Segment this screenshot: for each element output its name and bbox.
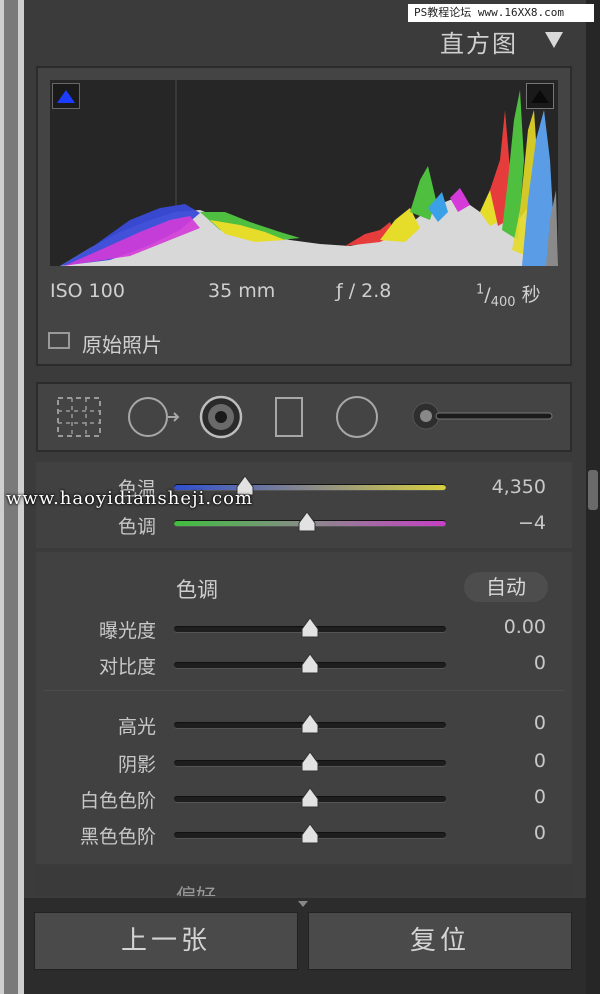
histogram-curves — [60, 80, 558, 266]
tone-slider-label: 曝光度 — [98, 620, 156, 642]
tint-value[interactable]: −4 — [456, 512, 546, 534]
tone-slider-label: 阴影 — [117, 754, 156, 776]
shadow-clipping-toggle[interactable] — [52, 83, 80, 109]
presence-title: 偏好 — [176, 884, 216, 896]
tone-slider-label: 黑色色阶 — [79, 826, 156, 848]
exif-shutter: 1/400 秒 — [476, 282, 541, 310]
watermark-middle: www.haoyidiansheji.com — [6, 488, 254, 509]
tone-slider-track[interactable] — [174, 751, 446, 772]
shutter-unit: 秒 — [521, 284, 541, 306]
reset-button[interactable]: 复位 — [308, 912, 572, 970]
red-eye-icon[interactable] — [198, 394, 244, 440]
collapse-triangle-icon[interactable] — [545, 32, 563, 48]
tone-slider-value[interactable]: 0 — [456, 652, 546, 674]
histogram-title[interactable]: 直方图 — [440, 24, 518, 59]
tone-slider-track[interactable] — [174, 787, 446, 808]
tone-slider-track[interactable] — [174, 823, 446, 844]
tone-slider-value[interactable]: 0 — [456, 822, 546, 844]
panel-collapse-icon[interactable] — [298, 901, 308, 907]
tone-slider-track[interactable] — [174, 653, 446, 674]
scrollbar-thumb[interactable] — [588, 470, 598, 510]
exif-iso: ISO 100 — [50, 280, 125, 302]
previous-button[interactable]: 上一张 — [34, 912, 298, 970]
tone-slider-value[interactable]: 0 — [456, 786, 546, 808]
tint-slider[interactable] — [174, 511, 446, 532]
adjustment-brush-icon[interactable] — [408, 400, 554, 432]
tone-slider-track[interactable] — [174, 617, 446, 638]
exif-aperture: ƒ / 2.8 — [336, 280, 392, 302]
exif-focal-length: 35 mm — [208, 280, 276, 302]
radial-filter-icon[interactable] — [334, 394, 380, 440]
crop-overlay-icon[interactable] — [54, 394, 104, 440]
auto-tone-button[interactable]: 自动 — [464, 572, 548, 602]
tone-slider-value[interactable]: 0.00 — [456, 616, 546, 638]
shutter-numerator: 1 — [476, 282, 485, 298]
triangle-up-icon — [531, 90, 549, 103]
tone-slider-track[interactable] — [174, 713, 446, 734]
spot-removal-icon[interactable] — [126, 394, 182, 440]
graduated-filter-icon[interactable] — [272, 394, 306, 440]
watermark-top: PS教程论坛 www.16XX8.com — [408, 4, 594, 22]
original-photo-checkbox[interactable] — [48, 332, 70, 349]
tone-slider-label: 高光 — [117, 716, 156, 738]
temp-value[interactable]: 4,350 — [456, 476, 546, 498]
highlight-clipping-toggle[interactable] — [526, 83, 554, 109]
tint-label: 色调 — [117, 516, 156, 538]
tone-divider — [44, 690, 564, 691]
triangle-up-icon — [57, 90, 75, 103]
original-photo-label: 原始照片 — [82, 333, 162, 357]
presence-section: 偏好 — [36, 866, 572, 896]
tone-slider-label: 对比度 — [98, 656, 156, 678]
histogram-graph[interactable] — [50, 80, 558, 266]
tone-slider-value[interactable]: 0 — [456, 750, 546, 772]
shutter-denominator: 400 — [490, 294, 516, 310]
tone-slider-label: 白色色阶 — [79, 790, 156, 812]
tone-title: 色调 — [176, 578, 218, 602]
tone-slider-value[interactable]: 0 — [456, 712, 546, 734]
